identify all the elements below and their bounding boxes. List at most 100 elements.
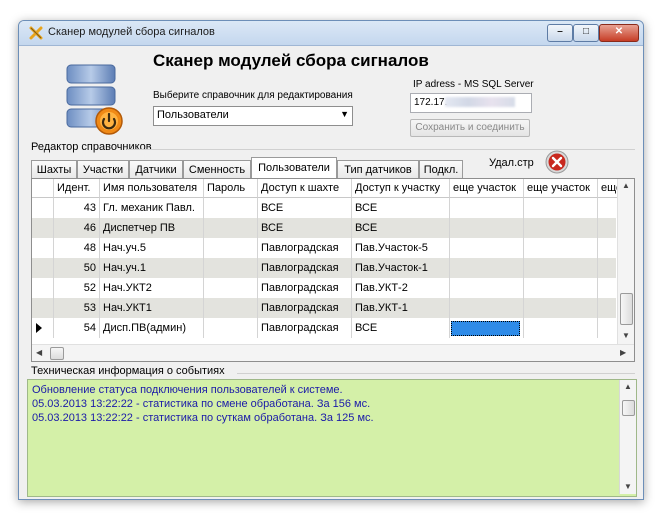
users-table[interactable]: Идент. Имя пользователя Пароль Доступ к … bbox=[31, 178, 635, 362]
cell-name[interactable]: Нач.УКТ1 bbox=[100, 298, 204, 318]
column-header[interactable]: еще участок bbox=[450, 179, 524, 198]
cell-password[interactable] bbox=[204, 278, 258, 298]
row-selector[interactable] bbox=[32, 198, 54, 218]
selected-cell[interactable] bbox=[451, 321, 520, 336]
cell-extra2[interactable] bbox=[524, 298, 598, 318]
cell-extra1[interactable] bbox=[450, 298, 524, 318]
table-row[interactable]: 50 Нач.уч.1 Павлоградская Пав.Участок-1 bbox=[32, 258, 616, 278]
cell-mine[interactable]: Павлоградская bbox=[258, 238, 352, 258]
cell-extra1[interactable] bbox=[450, 218, 524, 238]
column-header[interactable]: Пароль bbox=[204, 179, 258, 198]
cell-mine[interactable]: Павлоградская bbox=[258, 258, 352, 278]
cell-mine[interactable]: Павлоградская bbox=[258, 298, 352, 318]
cell-name[interactable]: Нач.УКТ2 bbox=[100, 278, 204, 298]
cell-password[interactable] bbox=[204, 298, 258, 318]
scroll-up-icon[interactable]: ▲ bbox=[624, 382, 632, 391]
cell-extra1[interactable] bbox=[450, 278, 524, 298]
save-connect-button[interactable]: Сохранить и соединить bbox=[410, 119, 530, 137]
cell-password[interactable] bbox=[204, 258, 258, 278]
cell-extra2[interactable] bbox=[524, 218, 598, 238]
tab-shifts[interactable]: Сменность bbox=[183, 160, 251, 178]
column-header[interactable]: Имя пользователя bbox=[100, 179, 204, 198]
column-header[interactable]: еще участок bbox=[524, 179, 598, 198]
cell-name[interactable]: Дисп.ПВ(админ) bbox=[100, 318, 204, 338]
cell-mine[interactable]: Павлоградская bbox=[258, 318, 352, 338]
table-row[interactable]: 53 Нач.УКТ1 Павлоградская Пав.УКТ-1 bbox=[32, 298, 616, 318]
table-row[interactable]: 52 Нач.УКТ2 Павлоградская Пав.УКТ-2 bbox=[32, 278, 616, 298]
row-selector[interactable] bbox=[32, 318, 54, 338]
scroll-right-icon[interactable]: ▶ bbox=[620, 348, 626, 357]
cell-password[interactable] bbox=[204, 218, 258, 238]
scroll-down-icon[interactable]: ▼ bbox=[624, 482, 632, 491]
cell-name[interactable]: Нач.уч.5 bbox=[100, 238, 204, 258]
cell-section[interactable]: Пав.Участок-1 bbox=[352, 258, 450, 278]
cell-mine[interactable]: ВСЕ bbox=[258, 198, 352, 218]
tab-mines[interactable]: Шахты bbox=[31, 160, 77, 178]
cell-name[interactable]: Нач.уч.1 bbox=[100, 258, 204, 278]
tab-connections[interactable]: Подкл. bbox=[419, 160, 463, 178]
title-bar[interactable]: Сканер модулей сбора сигналов – □ ✕ bbox=[19, 21, 643, 46]
minimize-button[interactable]: – bbox=[547, 24, 573, 42]
column-header[interactable]: Идент. bbox=[54, 179, 100, 198]
cell-mine[interactable]: ВСЕ bbox=[258, 218, 352, 238]
chevron-down-icon[interactable]: ▼ bbox=[340, 109, 349, 119]
cell-name[interactable]: Гл. механик Павл. bbox=[100, 198, 204, 218]
cell-id[interactable]: 46 bbox=[54, 218, 100, 238]
cell-extra2[interactable] bbox=[524, 238, 598, 258]
row-selector[interactable] bbox=[32, 298, 54, 318]
cell-name[interactable]: Диспетчер ПВ bbox=[100, 218, 204, 238]
row-selector[interactable] bbox=[32, 278, 54, 298]
row-selector[interactable] bbox=[32, 218, 54, 238]
event-log[interactable]: Обновление статуса подключения пользоват… bbox=[27, 379, 637, 497]
cell-extra1[interactable] bbox=[450, 238, 524, 258]
table-row[interactable]: 54 Дисп.ПВ(админ) Павлоградская ВСЕ bbox=[32, 318, 616, 338]
delete-row-icon[interactable] bbox=[545, 150, 569, 174]
scroll-left-icon[interactable]: ◀ bbox=[36, 348, 42, 357]
table-row[interactable]: 48 Нач.уч.5 Павлоградская Пав.Участок-5 bbox=[32, 238, 616, 258]
cell-extra2[interactable] bbox=[524, 258, 598, 278]
cell-password[interactable] bbox=[204, 238, 258, 258]
cell-mine[interactable]: Павлоградская bbox=[258, 278, 352, 298]
cell-section[interactable]: Пав.УКТ-2 bbox=[352, 278, 450, 298]
column-header[interactable]: еще у bbox=[598, 179, 618, 198]
row-selector[interactable] bbox=[32, 258, 54, 278]
scroll-down-icon[interactable]: ▼ bbox=[622, 331, 630, 340]
cell-password[interactable] bbox=[204, 318, 258, 338]
table-row[interactable]: 46 Диспетчер ПВ ВСЕ ВСЕ bbox=[32, 218, 616, 238]
cell-extra1[interactable] bbox=[450, 198, 524, 218]
cell-password[interactable] bbox=[204, 198, 258, 218]
column-header[interactable]: Доступ к участку bbox=[352, 179, 450, 198]
cell-id[interactable]: 48 bbox=[54, 238, 100, 258]
table-horizontal-scrollbar[interactable]: ◀ ▶ bbox=[32, 344, 634, 361]
tab-sensor-types[interactable]: Тип датчиков bbox=[337, 160, 419, 178]
ip-input[interactable]: 172.17. bbox=[410, 93, 532, 113]
close-button[interactable]: ✕ bbox=[599, 24, 639, 42]
cell-id[interactable]: 52 bbox=[54, 278, 100, 298]
cell-id[interactable]: 53 bbox=[54, 298, 100, 318]
cell-extra1[interactable] bbox=[450, 258, 524, 278]
cell-section[interactable]: Пав.УКТ-1 bbox=[352, 298, 450, 318]
cell-extra2[interactable] bbox=[524, 318, 598, 338]
tab-sections[interactable]: Участки bbox=[77, 160, 129, 178]
cell-extra2[interactable] bbox=[524, 198, 598, 218]
directory-select[interactable]: Пользователи ▼ bbox=[153, 106, 353, 126]
maximize-button[interactable]: □ bbox=[573, 24, 599, 42]
cell-section[interactable]: ВСЕ bbox=[352, 198, 450, 218]
table-row[interactable]: 43 Гл. механик Павл. ВСЕ ВСЕ bbox=[32, 198, 616, 218]
scroll-up-icon[interactable]: ▲ bbox=[622, 181, 630, 190]
table-vertical-scrollbar[interactable]: ▲ ▼ bbox=[617, 179, 634, 345]
tab-users[interactable]: Пользователи bbox=[251, 157, 337, 179]
cell-section[interactable]: ВСЕ bbox=[352, 218, 450, 238]
tab-sensors[interactable]: Датчики bbox=[129, 160, 183, 178]
cell-extra2[interactable] bbox=[524, 278, 598, 298]
cell-section[interactable]: Пав.Участок-5 bbox=[352, 238, 450, 258]
column-header[interactable]: Доступ к шахте bbox=[258, 179, 352, 198]
cell-section[interactable]: ВСЕ bbox=[352, 318, 450, 338]
cell-id[interactable]: 50 bbox=[54, 258, 100, 278]
table-vertical-thumb[interactable] bbox=[620, 293, 633, 325]
row-selector[interactable] bbox=[32, 238, 54, 258]
table-horizontal-thumb[interactable] bbox=[50, 347, 64, 360]
cell-id[interactable]: 43 bbox=[54, 198, 100, 218]
log-scroll-thumb[interactable] bbox=[622, 400, 635, 416]
log-scrollbar[interactable]: ▲ ▼ bbox=[619, 380, 636, 494]
